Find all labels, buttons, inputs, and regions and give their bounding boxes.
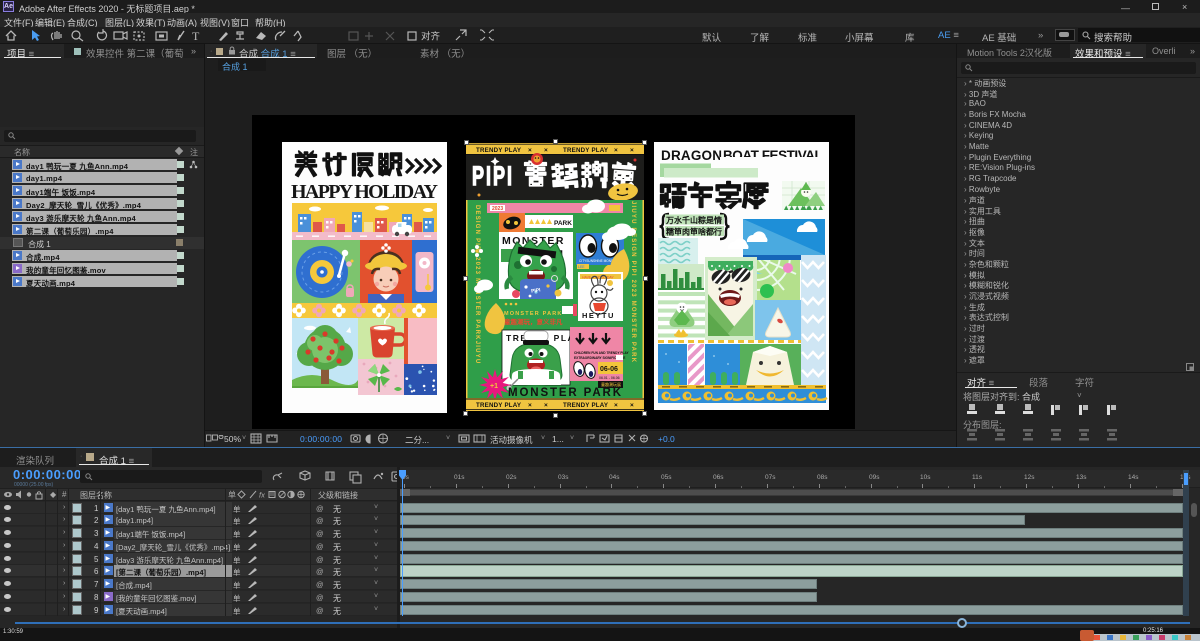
svg-text:×: × [614, 402, 618, 409]
svg-text:TRENDY PLAY: TRENDY PLAY [563, 147, 609, 154]
svg-text:×: × [614, 147, 618, 154]
svg-text:糯笚肉笚啥都行: 糯笚肉笚啥都行 [666, 227, 722, 237]
svg-text:万水千山粽是情: 万水千山粽是情 [665, 215, 722, 225]
svg-text:单: 单 [228, 490, 236, 500]
svg-text:2023: 2023 [492, 206, 503, 212]
svg-text:TRENDY PLAY: TRENDY PLAY [476, 402, 522, 409]
svg-text:06.01 - 06.06: 06.01 - 06.06 [599, 376, 620, 380]
svg-text:童趣潮玩，意义非凡: 童趣潮玩，意义非凡 [504, 317, 563, 326]
svg-text:fx: fx [259, 491, 265, 500]
svg-text:MONSTER PARK: MONSTER PARK [504, 311, 563, 317]
svg-text:HAPPY HOLIDAY: HAPPY HOLIDAY [291, 181, 439, 203]
svg-text:+1: +1 [490, 383, 498, 390]
svg-text:PARK: PARK [554, 220, 572, 227]
svg-text:TRENDY PLAY: TRENDY PLAY [563, 402, 609, 409]
svg-text:I: I [486, 161, 491, 191]
svg-text:对齐: 对齐 [421, 31, 441, 43]
svg-text:T: T [192, 29, 200, 43]
svg-text:×: × [544, 402, 548, 409]
svg-text:JIUYU DESIGN PIPI 2023 MONSTER: JIUYU DESIGN PIPI 2023 MONSTER PARK [630, 201, 636, 363]
svg-text:DRAGON: DRAGON [661, 148, 722, 163]
svg-text:I: I [507, 161, 512, 191]
svg-text:×: × [544, 147, 548, 154]
svg-text:HAVE A GOOD DAY: HAVE A GOOD DAY [582, 276, 614, 280]
svg-text:HEYTU: HEYTU [582, 311, 615, 320]
svg-text:TRENDY PLAY: TRENDY PLAY [476, 147, 522, 154]
svg-text:×: × [630, 402, 634, 409]
svg-text:×: × [630, 147, 634, 154]
svg-text:×: × [528, 147, 532, 154]
svg-text:P: P [472, 161, 484, 191]
svg-text:×: × [528, 402, 532, 409]
svg-text:LEE: LEE [578, 265, 585, 269]
svg-text:CHILDREN FUN AND TRENDY PLAY: CHILDREN FUN AND TRENDY PLAY [574, 351, 629, 355]
svg-text:MONSTER PARK: MONSTER PARK [508, 387, 624, 399]
svg-text:06-06: 06-06 [600, 366, 618, 373]
